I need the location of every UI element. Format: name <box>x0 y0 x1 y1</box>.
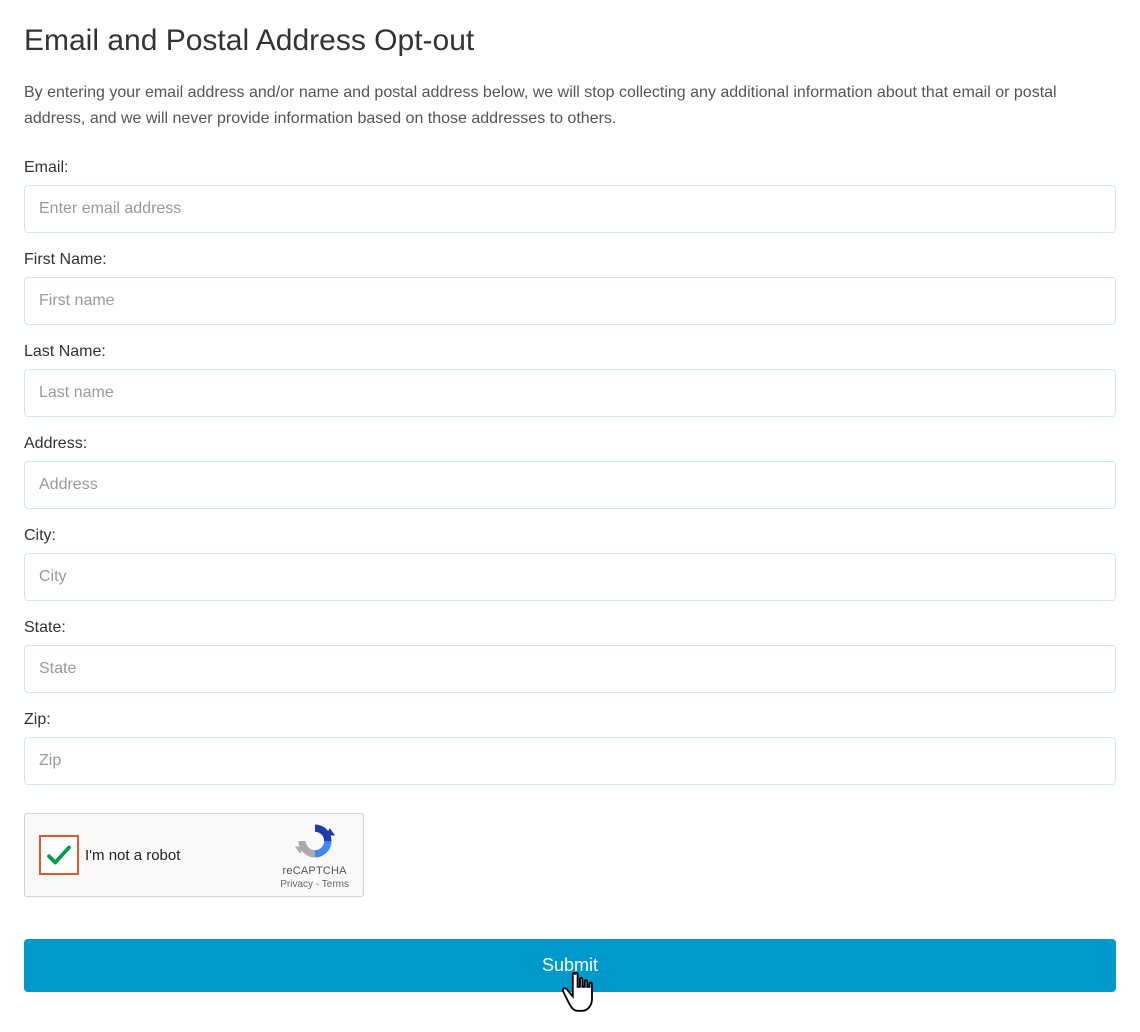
city-label: City: <box>24 527 1116 545</box>
first-name-input[interactable] <box>24 277 1116 325</box>
email-label: Email: <box>24 159 1116 177</box>
zip-input[interactable] <box>24 737 1116 785</box>
state-input[interactable] <box>24 645 1116 693</box>
recaptcha-privacy-link[interactable]: Privacy <box>280 879 313 890</box>
recaptcha-widget: I'm not a robot reCAPTCHA Privacy - Term… <box>24 813 364 897</box>
state-group: State: <box>24 619 1116 693</box>
recaptcha-icon <box>293 819 337 863</box>
zip-group: Zip: <box>24 711 1116 785</box>
last-name-input[interactable] <box>24 369 1116 417</box>
page-title: Email and Postal Address Opt-out <box>24 24 1116 58</box>
zip-label: Zip: <box>24 711 1116 729</box>
email-group: Email: <box>24 159 1116 233</box>
last-name-group: Last Name: <box>24 343 1116 417</box>
submit-button[interactable]: Submit <box>24 939 1116 992</box>
opt-out-form: Email: First Name: Last Name: Address: C… <box>24 159 1116 992</box>
check-icon <box>44 840 74 870</box>
recaptcha-checkbox[interactable] <box>39 835 79 875</box>
address-label: Address: <box>24 435 1116 453</box>
first-name-label: First Name: <box>24 251 1116 269</box>
recaptcha-left: I'm not a robot <box>39 835 180 875</box>
recaptcha-brand-text: reCAPTCHA <box>280 865 349 879</box>
recaptcha-terms-link[interactable]: Terms <box>322 879 349 890</box>
recaptcha-label: I'm not a robot <box>85 847 180 864</box>
last-name-label: Last Name: <box>24 343 1116 361</box>
city-group: City: <box>24 527 1116 601</box>
recaptcha-branding: reCAPTCHA Privacy - Terms <box>280 819 349 891</box>
first-name-group: First Name: <box>24 251 1116 325</box>
recaptcha-separator: - <box>313 879 322 890</box>
address-input[interactable] <box>24 461 1116 509</box>
address-group: Address: <box>24 435 1116 509</box>
city-input[interactable] <box>24 553 1116 601</box>
recaptcha-links: Privacy - Terms <box>280 879 349 892</box>
page-description: By entering your email address and/or na… <box>24 80 1116 131</box>
email-input[interactable] <box>24 185 1116 233</box>
state-label: State: <box>24 619 1116 637</box>
